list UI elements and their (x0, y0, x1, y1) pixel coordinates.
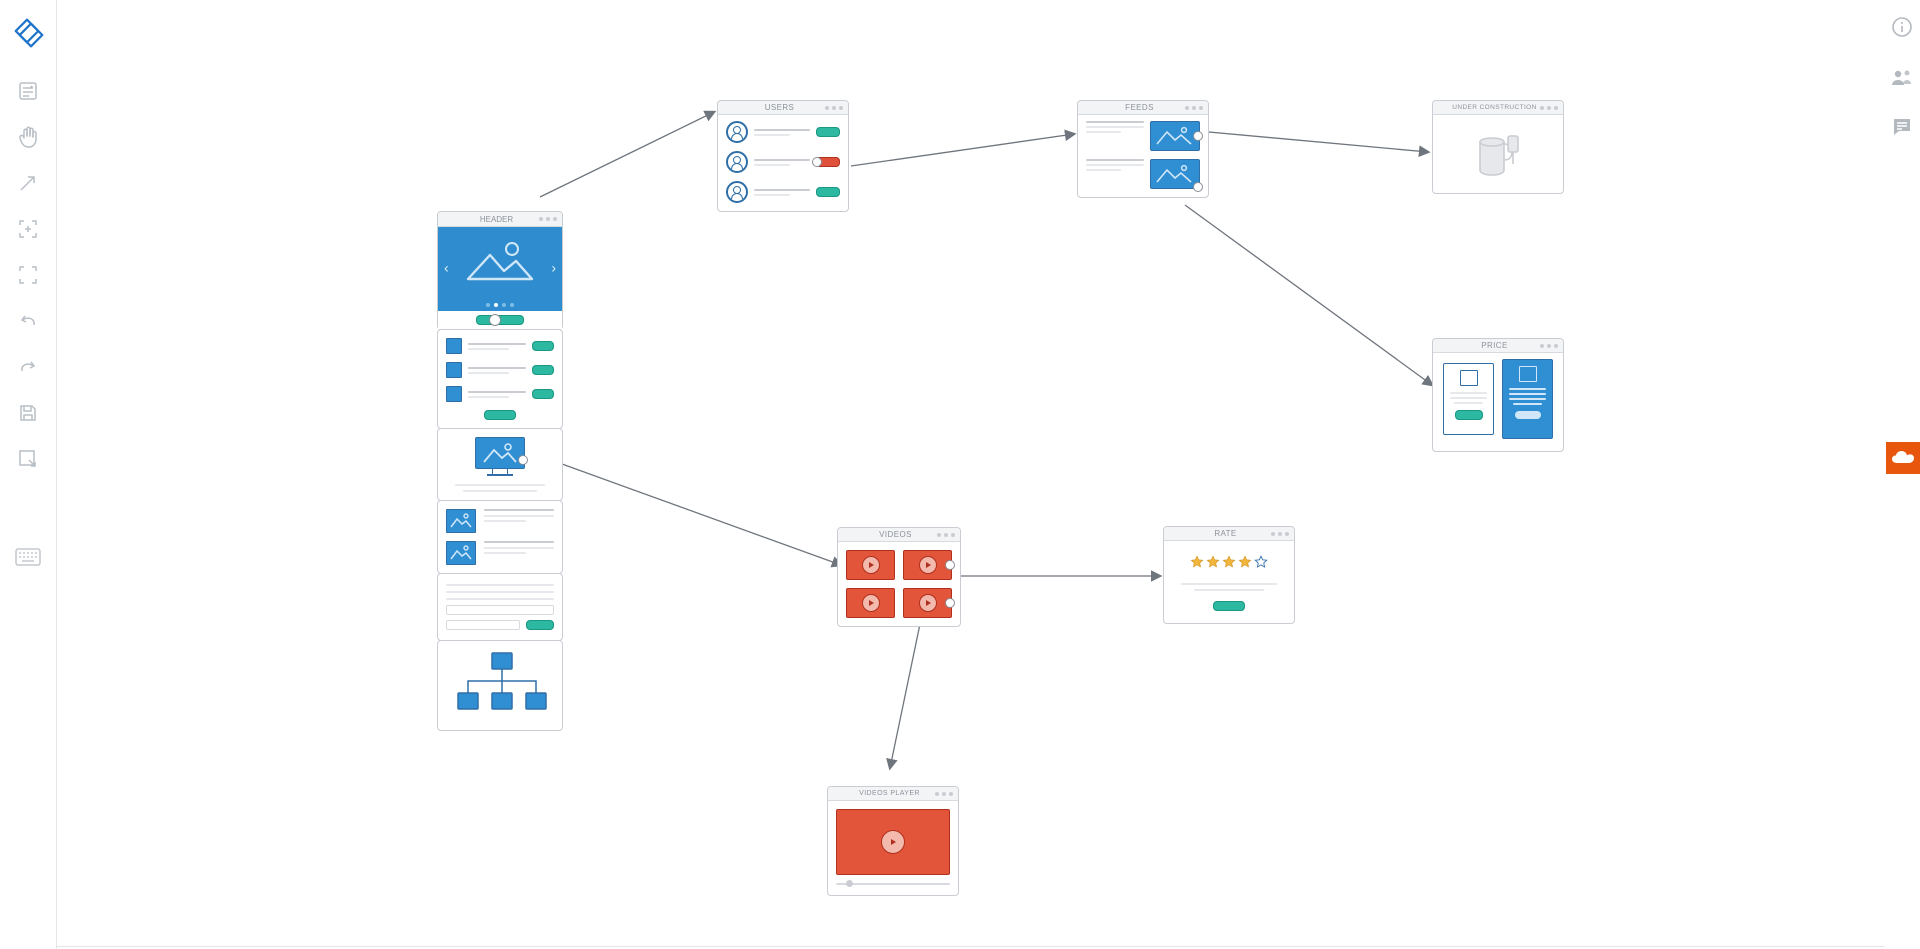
tool-redo[interactable] (13, 352, 43, 382)
tool-arrow[interactable] (13, 168, 43, 198)
panel-users[interactable]: USERS (717, 100, 849, 212)
header-title: HEADER (480, 215, 513, 224)
canvas-baseline (57, 946, 1884, 947)
left-toolbar (0, 0, 56, 949)
panel-rate[interactable]: RATE (1163, 526, 1295, 624)
star-icon[interactable] (1190, 555, 1204, 569)
chevron-left-icon[interactable]: ‹ (444, 259, 449, 275)
panel-image[interactable] (437, 428, 563, 501)
panel-videos[interactable]: VIDEOS (837, 527, 961, 627)
anchor-icon[interactable] (945, 598, 955, 608)
info-icon[interactable] (1889, 14, 1915, 40)
star-outline-icon[interactable] (1254, 555, 1268, 569)
chat-icon[interactable] (1889, 114, 1915, 140)
right-rail (1884, 0, 1920, 949)
star-icon[interactable] (1206, 555, 1220, 569)
tool-keyboard[interactable] (13, 542, 43, 572)
tool-undo[interactable] (13, 306, 43, 336)
tool-save[interactable] (13, 398, 43, 428)
star-icon[interactable] (1222, 555, 1236, 569)
tool-hand[interactable] (13, 122, 43, 152)
user-avatar-icon (726, 181, 748, 203)
rate-title: RATE (1183, 529, 1268, 538)
anchor-icon[interactable] (1193, 131, 1203, 141)
anchor-icon[interactable] (945, 560, 955, 570)
panel-header[interactable]: HEADER ‹ › (437, 211, 563, 330)
price-title: PRICE (1452, 341, 1537, 350)
user-avatar-icon (726, 151, 748, 173)
tool-cards[interactable] (13, 76, 43, 106)
connections-layer (57, 0, 1884, 949)
paint-bucket-icon (1470, 128, 1526, 178)
share-icon[interactable] (1889, 64, 1915, 90)
panel-list[interactable] (437, 329, 563, 429)
anchor-icon[interactable] (1193, 182, 1203, 192)
videos-title: VIDEOS (857, 530, 934, 539)
panel-video-player[interactable]: VIDEOS PLAYER (827, 786, 959, 896)
anchor-icon[interactable] (518, 455, 528, 465)
panel-text[interactable] (437, 573, 563, 641)
hero-carousel[interactable]: ‹ › (438, 227, 562, 311)
panel-feeds[interactable]: FEEDS (1077, 100, 1209, 198)
panel-under-construction[interactable]: UNDER CONSTRUCTION (1432, 100, 1564, 194)
panel-price[interactable]: PRICE (1432, 338, 1564, 452)
under-title: UNDER CONSTRUCTION (1452, 104, 1537, 111)
video-player-title: VIDEOS PLAYER (847, 790, 932, 797)
star-rating[interactable] (1189, 555, 1269, 569)
header-column[interactable]: HEADER ‹ › (437, 211, 563, 731)
star-icon[interactable] (1238, 555, 1252, 569)
tool-zoom-target[interactable] (13, 214, 43, 244)
app-logo[interactable] (10, 14, 46, 50)
anchor-icon[interactable] (812, 157, 822, 167)
user-avatar-icon (726, 121, 748, 143)
canvas[interactable]: HEADER ‹ › (57, 0, 1884, 949)
users-title: USERS (737, 103, 822, 112)
feeds-title: FEEDS (1097, 103, 1182, 112)
chevron-right-icon[interactable]: › (551, 259, 556, 275)
tool-export[interactable] (13, 444, 43, 474)
cloud-badge[interactable] (1886, 442, 1920, 474)
tool-fullscreen[interactable] (13, 260, 43, 290)
panel-sitemap[interactable] (437, 640, 563, 731)
panel-article[interactable] (437, 500, 563, 574)
